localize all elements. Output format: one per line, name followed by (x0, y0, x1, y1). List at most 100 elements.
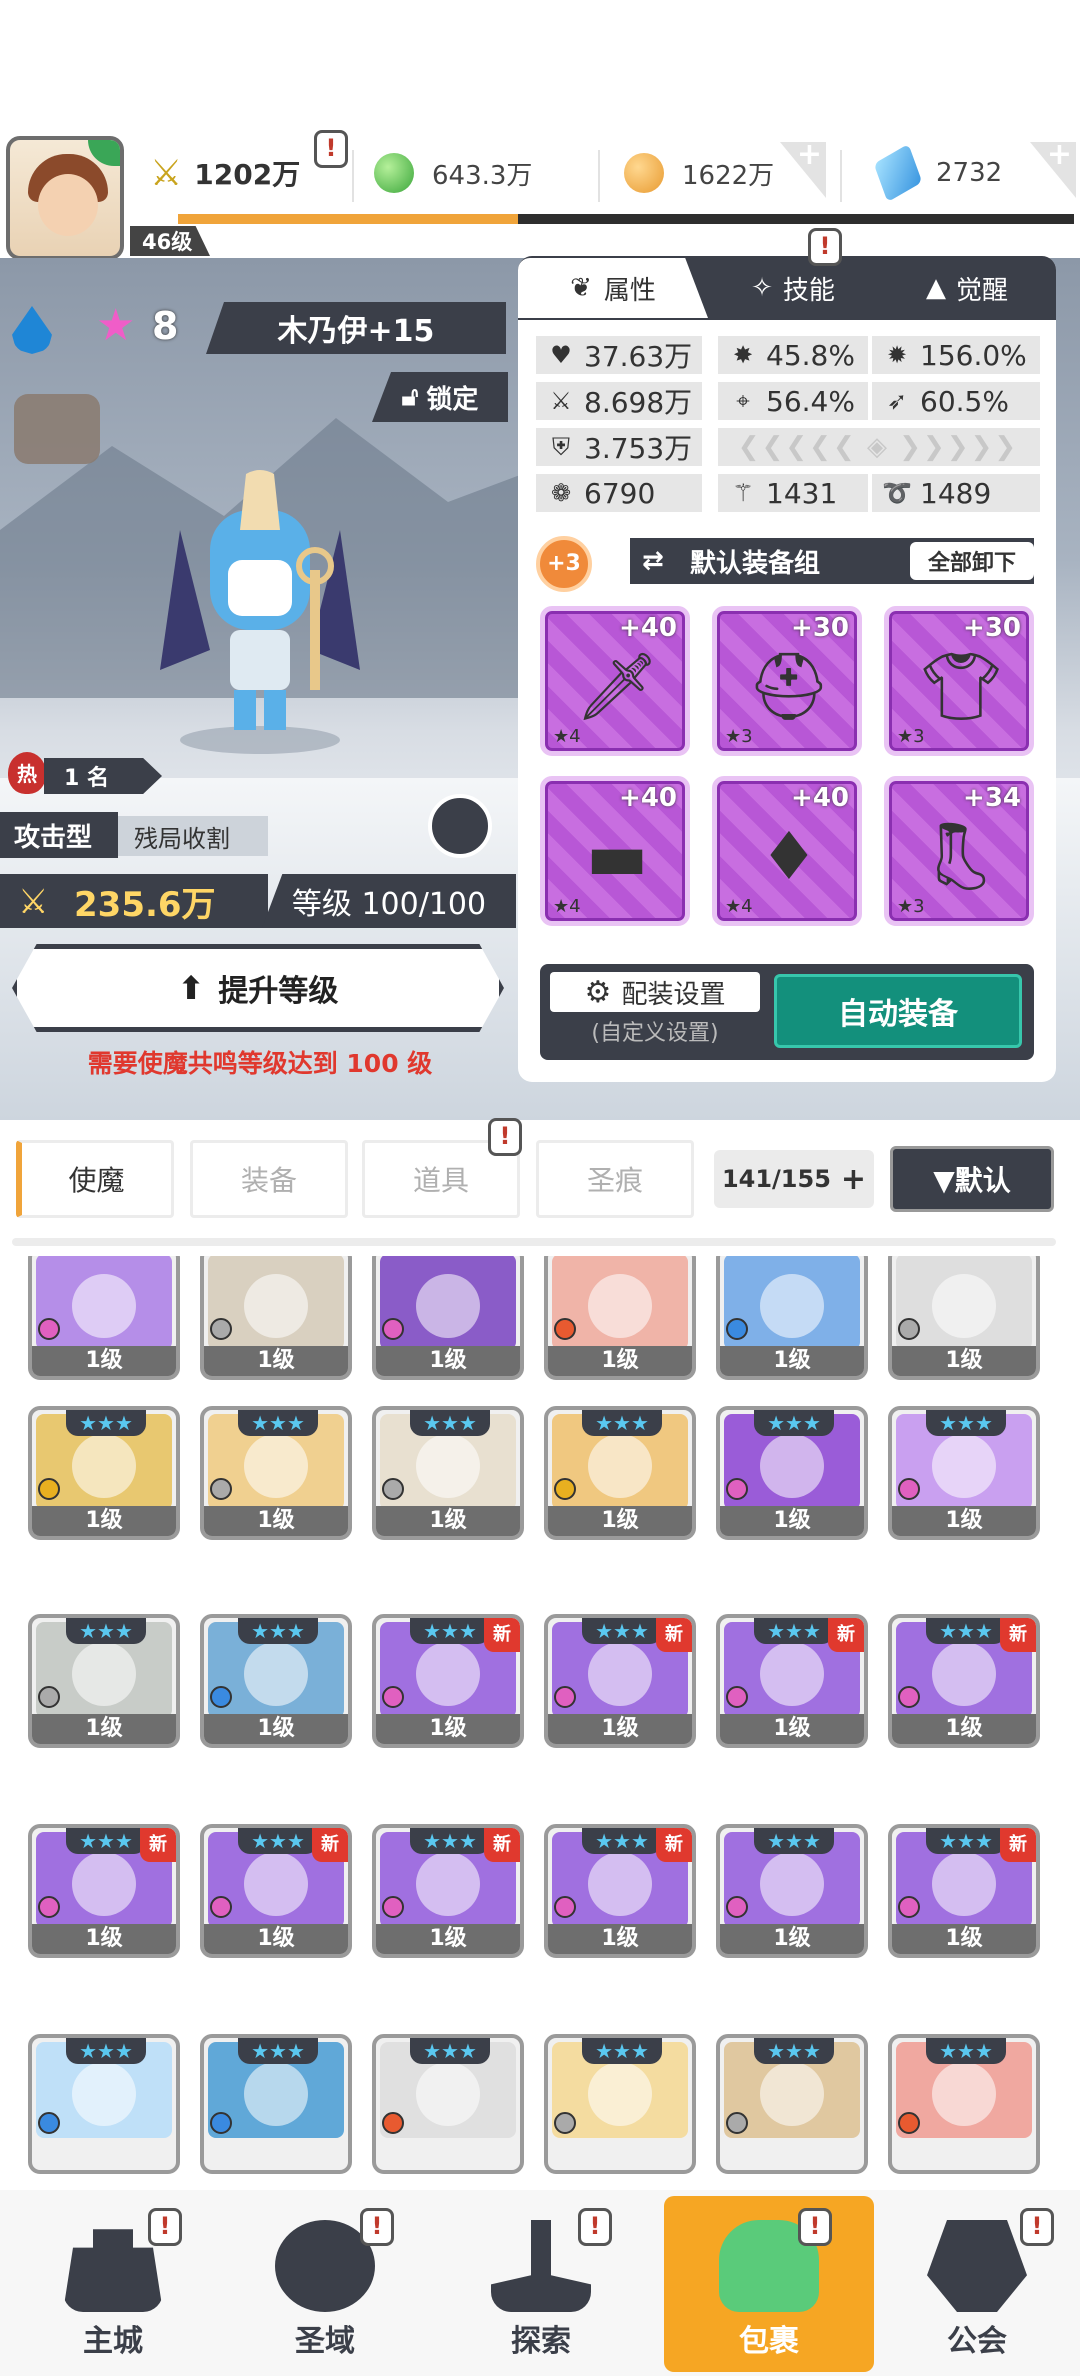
familiar-card[interactable]: ★★★ 新 1级 (544, 1614, 696, 1748)
familiar-card[interactable]: ★★★ (716, 2034, 868, 2174)
upgrade-warning: 需要使魔共鸣等级达到 100 级 (87, 1049, 433, 1078)
rarity-stars: ★★★ (410, 1618, 490, 1644)
tab-stigmata[interactable]: 圣痕 (536, 1140, 694, 1218)
equip-slot-belt[interactable]: ▬ +40 ★4 (540, 776, 690, 926)
padlock-icon[interactable] (14, 394, 100, 464)
nav-explore[interactable]: 探索 (436, 2196, 646, 2372)
hero-skill-tag: 残局收割 (118, 816, 268, 856)
lock-button[interactable]: 🔓︎ 锁定 (372, 372, 508, 422)
familiar-card[interactable]: ★★★ 新 1级 (28, 1824, 180, 1958)
familiar-card[interactable]: ★★★ 1级 (716, 1824, 868, 1958)
familiar-card[interactable]: ★★★ 新 1级 (372, 1614, 524, 1748)
lock-icon: 🔓︎ (401, 381, 419, 412)
familiar-card[interactable]: ★★★ (200, 2034, 352, 2174)
familiar-level: 1级 (548, 1714, 692, 1744)
equip-plus: +40 (791, 783, 849, 813)
equip-slot-armor[interactable]: 👕︎ +30 ★3 (884, 606, 1034, 756)
plus-icon: + (840, 1161, 867, 1197)
attributes-icon: ❦ (570, 273, 592, 303)
tab-attributes[interactable]: ❦ 属性 (518, 258, 708, 318)
nav-sanctuary[interactable]: 圣域 (220, 2196, 430, 2372)
familiar-card[interactable]: 1级 (28, 1256, 180, 1380)
power-alert-icon[interactable]: ! (314, 130, 348, 168)
familiar-face (760, 1434, 824, 1498)
familiar-face (72, 1274, 136, 1338)
sort-dropdown[interactable]: ▼默认 (890, 1146, 1054, 1212)
player-avatar[interactable] (6, 136, 124, 260)
familiar-card[interactable]: ★★★ 新 1级 (544, 1824, 696, 1958)
familiar-card[interactable]: ★★★ 新 1级 (888, 1614, 1040, 1748)
familiar-card[interactable]: 1级 (888, 1256, 1040, 1380)
familiar-card[interactable]: 1级 (200, 1256, 352, 1380)
familiar-face (932, 1852, 996, 1916)
familiar-face (416, 1434, 480, 1498)
familiar-card[interactable]: ★★★ 1级 (716, 1406, 868, 1540)
target-icon: ⌖ (736, 387, 750, 415)
familiar-card[interactable]: ★★★ 1级 (888, 1406, 1040, 1540)
equip-slot-weapon[interactable]: 🗡︎ +40 ★4 (540, 606, 690, 756)
equip-slot-boots[interactable]: 👢︎ +34 ★3 (884, 776, 1034, 926)
familiar-card[interactable]: ★★★ 新 1级 (888, 1824, 1040, 1958)
new-badge: 新 (656, 1618, 692, 1652)
familiar-card[interactable]: ★★★ (544, 2034, 696, 2174)
equip-plus: +40 (619, 783, 677, 813)
inventory-count-button[interactable]: 141/155 + (714, 1150, 874, 1208)
element-icon (554, 1686, 576, 1708)
sword-item-icon: 🗡︎ (575, 648, 659, 725)
stat-dodge: ➶ 60.5% (872, 382, 1040, 420)
stat-value: 156.0% (920, 338, 1027, 372)
rarity-stars: ★★★ (754, 2038, 834, 2064)
familiar-card[interactable]: ★★★ 1级 (28, 1406, 180, 1540)
element-icon (898, 1318, 920, 1340)
familiar-card[interactable]: ★★★ 新 1级 (716, 1614, 868, 1748)
element-icon (898, 1686, 920, 1708)
nav-backpack[interactable]: 包裹 (664, 2196, 874, 2372)
familiar-card[interactable]: ★★★ 1级 (200, 1614, 352, 1748)
crossed-swords-icon: ⚔ (150, 152, 183, 194)
unequip-all-button[interactable]: 全部卸下 (910, 542, 1034, 580)
equip-stars: ★4 (553, 896, 581, 917)
diamond-display: 2732 (873, 143, 1038, 203)
familiar-level: 1级 (720, 1714, 864, 1744)
tab-familiars[interactable]: 使魔 (16, 1140, 174, 1218)
equip-stars: ★3 (897, 896, 925, 917)
tab-awaken[interactable]: ▲ 觉醒 (878, 258, 1056, 318)
familiar-card[interactable]: 1级 (544, 1256, 696, 1380)
upgrade-level-button[interactable]: ⬆ 提升等级 (12, 944, 504, 1032)
switch-view-icon[interactable] (428, 794, 492, 858)
familiar-card[interactable]: ★★★ (28, 2034, 180, 2174)
element-icon (554, 1896, 576, 1918)
equip-slot-necklace[interactable]: ♦ +40 ★4 (712, 776, 862, 926)
familiar-face (932, 1434, 996, 1498)
familiar-card[interactable]: 1级 (372, 1256, 524, 1380)
equip-bonus-badge[interactable]: +3 (536, 536, 592, 592)
exp-progress-bar (178, 214, 1074, 224)
hero-rank[interactable]: 1 名 (44, 758, 162, 794)
familiar-card[interactable]: ★★★ 新 1级 (200, 1824, 352, 1958)
familiar-card[interactable]: ★★★ 1级 (372, 1406, 524, 1540)
equip-slot-helmet[interactable]: ⛑︎ +30 ★3 (712, 606, 862, 756)
familiar-face (932, 1642, 996, 1706)
familiar-card[interactable]: ★★★ 1级 (28, 1614, 180, 1748)
familiar-card[interactable]: ★★★ (372, 2034, 524, 2174)
element-icon (898, 1478, 920, 1500)
new-badge: 新 (312, 1828, 348, 1862)
familiar-card[interactable]: ★★★ 1级 (200, 1406, 352, 1540)
familiar-card[interactable]: ★★★ (888, 2034, 1040, 2174)
config-label: 配装设置 (621, 979, 726, 1010)
nav-main-city[interactable]: 主城 (8, 2196, 218, 2372)
element-icon (554, 1318, 576, 1340)
element-icon (382, 2112, 404, 2134)
element-icon (726, 1686, 748, 1708)
gear-burst-icon: ✹ (886, 341, 908, 369)
new-badge: 新 (140, 1828, 176, 1862)
familiar-card[interactable]: ★★★ 新 1级 (372, 1824, 524, 1958)
auto-equip-button[interactable]: 自动装备 (774, 974, 1022, 1048)
familiar-card[interactable]: 1级 (716, 1256, 868, 1380)
element-icon (554, 1478, 576, 1500)
equip-config-button[interactable]: ⚙ 配装设置 (550, 972, 760, 1012)
tab-skills[interactable]: ✧ 技能 (708, 258, 878, 318)
tab-equipment[interactable]: 装备 (190, 1140, 348, 1218)
element-icon (210, 2112, 232, 2134)
familiar-card[interactable]: ★★★ 1级 (544, 1406, 696, 1540)
